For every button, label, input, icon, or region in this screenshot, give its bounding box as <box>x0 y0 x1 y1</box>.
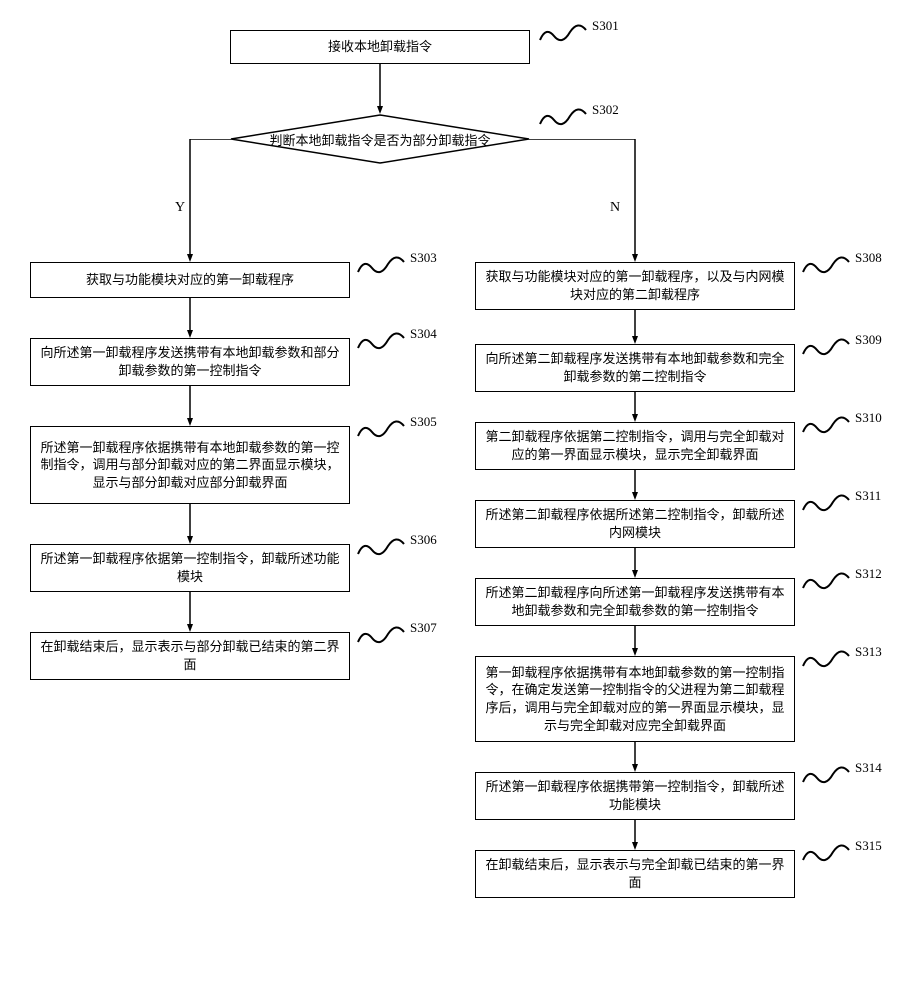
step-s307: 在卸载结束后，显示表示与部分卸载已结束的第二界面 <box>30 632 350 680</box>
label-s304: S304 <box>410 326 437 342</box>
label-s305: S305 <box>410 414 437 430</box>
decision-s302-text: 判断本地卸载指令是否为部分卸载指令 <box>269 130 490 149</box>
step-s308: 获取与功能模块对应的第一卸载程序，以及与内网模块对应的第二卸载程序 <box>475 262 795 310</box>
step-s306-text: 所述第一卸载程序依据第一控制指令，卸载所述功能模块 <box>39 550 341 585</box>
squiggle-s305 <box>356 418 406 440</box>
step-s313: 第一卸载程序依据携带有本地卸载参数的第一控制指令，在确定发送第一控制指令的父进程… <box>475 656 795 742</box>
step-s307-text: 在卸载结束后，显示表示与部分卸载已结束的第二界面 <box>39 638 341 673</box>
squiggle-s314 <box>801 764 851 786</box>
label-s307: S307 <box>410 620 437 636</box>
step-s314: 所述第一卸载程序依据携带第一控制指令，卸载所述功能模块 <box>475 772 795 820</box>
label-s315: S315 <box>855 838 882 854</box>
squiggle-s302 <box>538 106 588 128</box>
flowchart-canvas: 接收本地卸载指令 S301 判断本地卸载指令是否为部分卸载指令 S302 Y N… <box>10 10 892 990</box>
step-s312: 所述第二卸载程序向所述第一卸载程序发送携带有本地卸载参数和完全卸载参数的第一控制… <box>475 578 795 626</box>
label-s306: S306 <box>410 532 437 548</box>
step-s305-text: 所述第一卸载程序依据携带有本地卸载参数的第一控制指令，调用与部分卸载对应的第二界… <box>39 439 341 492</box>
squiggle-s313 <box>801 648 851 670</box>
squiggle-s307 <box>356 624 406 646</box>
step-s301-text: 接收本地卸载指令 <box>328 38 432 56</box>
step-s311: 所述第二卸载程序依据所述第二控制指令，卸载所述内网模块 <box>475 500 795 548</box>
squiggle-s308 <box>801 254 851 276</box>
label-s311: S311 <box>855 488 881 504</box>
step-s309: 向所述第二卸载程序发送携带有本地卸载参数和完全卸载参数的第二控制指令 <box>475 344 795 392</box>
step-s310-text: 第二卸载程序依据第二控制指令，调用与完全卸载对应的第一界面显示模块，显示完全卸载… <box>484 428 786 463</box>
label-s302: S302 <box>592 102 619 118</box>
squiggle-s311 <box>801 492 851 514</box>
label-s312: S312 <box>855 566 882 582</box>
step-s301: 接收本地卸载指令 <box>230 30 530 64</box>
squiggle-s304 <box>356 330 406 352</box>
label-s303: S303 <box>410 250 437 266</box>
label-s301: S301 <box>592 18 619 34</box>
branch-no: N <box>610 200 620 216</box>
step-s309-text: 向所述第二卸载程序发送携带有本地卸载参数和完全卸载参数的第二控制指令 <box>484 350 786 385</box>
label-s308: S308 <box>855 250 882 266</box>
decision-s302: 判断本地卸载指令是否为部分卸载指令 <box>230 114 530 164</box>
label-s314: S314 <box>855 760 882 776</box>
squiggle-s306 <box>356 536 406 558</box>
step-s306: 所述第一卸载程序依据第一控制指令，卸载所述功能模块 <box>30 544 350 592</box>
step-s310: 第二卸载程序依据第二控制指令，调用与完全卸载对应的第一界面显示模块，显示完全卸载… <box>475 422 795 470</box>
squiggle-s315 <box>801 842 851 864</box>
label-s310: S310 <box>855 410 882 426</box>
step-s303-text: 获取与功能模块对应的第一卸载程序 <box>86 271 294 289</box>
squiggle-s303 <box>356 254 406 276</box>
step-s305: 所述第一卸载程序依据携带有本地卸载参数的第一控制指令，调用与部分卸载对应的第二界… <box>30 426 350 504</box>
label-s313: S313 <box>855 644 882 660</box>
step-s303: 获取与功能模块对应的第一卸载程序 <box>30 262 350 298</box>
label-s309: S309 <box>855 332 882 348</box>
step-s308-text: 获取与功能模块对应的第一卸载程序，以及与内网模块对应的第二卸载程序 <box>484 268 786 303</box>
step-s304-text: 向所述第一卸载程序发送携带有本地卸载参数和部分卸载参数的第一控制指令 <box>39 344 341 379</box>
step-s312-text: 所述第二卸载程序向所述第一卸载程序发送携带有本地卸载参数和完全卸载参数的第一控制… <box>484 584 786 619</box>
squiggle-s309 <box>801 336 851 358</box>
step-s315-text: 在卸载结束后，显示表示与完全卸载已结束的第一界面 <box>484 856 786 891</box>
step-s311-text: 所述第二卸载程序依据所述第二控制指令，卸载所述内网模块 <box>484 506 786 541</box>
squiggle-s312 <box>801 570 851 592</box>
step-s313-text: 第一卸载程序依据携带有本地卸载参数的第一控制指令，在确定发送第一控制指令的父进程… <box>484 664 786 734</box>
step-s304: 向所述第一卸载程序发送携带有本地卸载参数和部分卸载参数的第一控制指令 <box>30 338 350 386</box>
squiggle-s301 <box>538 22 588 44</box>
squiggle-s310 <box>801 414 851 436</box>
step-s314-text: 所述第一卸载程序依据携带第一控制指令，卸载所述功能模块 <box>484 778 786 813</box>
step-s315: 在卸载结束后，显示表示与完全卸载已结束的第一界面 <box>475 850 795 898</box>
branch-yes: Y <box>175 200 185 216</box>
